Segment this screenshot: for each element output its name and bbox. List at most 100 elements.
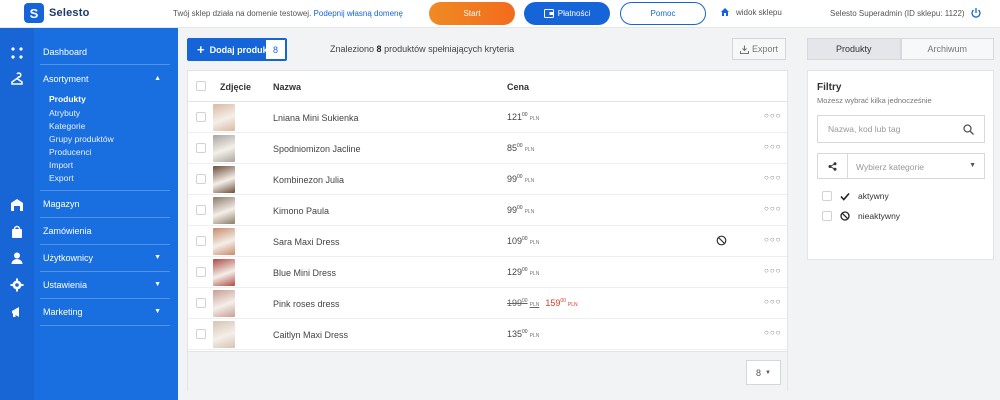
sidebar-subitem-products[interactable]: Produkty	[49, 94, 86, 104]
row-checkbox[interactable]	[196, 267, 206, 277]
product-name[interactable]: Lniana Mini Sukienka	[273, 113, 359, 123]
select-all-checkbox[interactable]	[196, 81, 206, 91]
export-button[interactable]: Export	[732, 38, 786, 60]
start-button[interactable]: Start	[429, 2, 515, 25]
add-product-button[interactable]: + Dodaj produkt 8	[187, 38, 287, 61]
price-currency: PLN	[529, 116, 540, 122]
row-checkbox[interactable]	[196, 112, 206, 122]
sidebar-item-dashboard[interactable]: Dashboard	[43, 47, 87, 57]
sidebar-subitem-import[interactable]: Import	[49, 160, 73, 170]
product-name[interactable]: Spodniomizon Jacline	[273, 144, 361, 154]
sidebar-item-marketing[interactable]: Marketing ▼	[43, 307, 169, 317]
table-row[interactable]: Blue Mini Dress 12900PLN ○○○	[188, 257, 787, 288]
results-suffix: produktów spełniających kryteria	[384, 44, 515, 54]
hanger-icon[interactable]	[10, 72, 24, 86]
product-thumbnail[interactable]	[213, 197, 235, 224]
power-icon[interactable]	[970, 7, 982, 19]
sidebar-item-warehouse[interactable]: Magazyn	[43, 199, 80, 209]
table-row[interactable]: Lniana Mini Sukienka 12100PLN ○○○	[188, 102, 787, 133]
price-dec: 00	[522, 267, 528, 273]
inactive-checkbox[interactable]	[822, 211, 832, 221]
table-header: Zdjęcie Nazwa Cena	[188, 71, 787, 102]
row-checkbox[interactable]	[196, 143, 206, 153]
product-count-badge: 8	[266, 40, 285, 59]
table-row[interactable]: Sara Maxi Dress 10900PLN ○○○	[188, 226, 787, 257]
help-button[interactable]: Pomoc	[620, 2, 706, 25]
filter-active[interactable]: aktywny	[822, 191, 889, 201]
warehouse-icon[interactable]	[10, 198, 24, 212]
megaphone-icon[interactable]	[10, 305, 24, 319]
more-options-icon[interactable]: ○○○	[764, 235, 782, 244]
product-name[interactable]: Kimono Paula	[273, 206, 329, 216]
table-row[interactable]: Caitlyn Maxi Dress 13500PLN ○○○	[188, 319, 787, 350]
row-checkbox[interactable]	[196, 205, 206, 215]
sidebar-item-label: Użytkownicy	[43, 253, 94, 263]
filter-inactive[interactable]: nieaktywny	[822, 211, 900, 221]
more-options-icon[interactable]: ○○○	[764, 297, 782, 306]
gear-icon[interactable]	[10, 278, 24, 292]
price-int: 85	[507, 143, 518, 153]
row-checkbox[interactable]	[196, 236, 206, 246]
grid-icon[interactable]	[10, 46, 24, 60]
row-checkbox[interactable]	[196, 298, 206, 308]
sidebar-divider	[40, 190, 170, 191]
sidebar-subitem-categories[interactable]: Kategorie	[49, 121, 85, 131]
row-checkbox[interactable]	[196, 329, 206, 339]
sale-currency: PLN	[567, 302, 578, 308]
per-page-select[interactable]: 8 ▼	[746, 360, 781, 385]
product-thumbnail[interactable]	[213, 259, 235, 286]
more-options-icon[interactable]: ○○○	[764, 142, 782, 151]
product-thumbnail[interactable]	[213, 166, 235, 193]
table-row[interactable]: Kombinezon Julia 9900PLN ○○○	[188, 164, 787, 195]
row-checkbox[interactable]	[196, 174, 206, 184]
product-name[interactable]: Caitlyn Maxi Dress	[273, 330, 348, 340]
shopping-bag-icon[interactable]	[10, 225, 24, 239]
sidebar-subitem-product-groups[interactable]: Grupy produktów	[49, 134, 114, 144]
more-options-icon[interactable]: ○○○	[764, 266, 782, 275]
product-name[interactable]: Pink roses dress	[273, 299, 340, 309]
product-thumbnail[interactable]	[213, 290, 235, 317]
filter-search-input[interactable]	[828, 124, 958, 134]
payments-button[interactable]: Płatności	[524, 2, 610, 25]
search-icon[interactable]	[963, 124, 974, 135]
table-row[interactable]: Spodniomizon Jacline 8500PLN ○○○	[188, 133, 787, 164]
results-count: 8	[376, 44, 382, 54]
sidebar-subitem-export[interactable]: Export	[49, 173, 74, 183]
shop-view-link[interactable]: widok sklepu	[720, 7, 782, 17]
product-name[interactable]: Kombinezon Julia	[273, 175, 344, 185]
product-thumbnail[interactable]	[213, 104, 235, 131]
more-options-icon[interactable]: ○○○	[764, 204, 782, 213]
tab-products[interactable]: Produkty	[807, 38, 901, 60]
tab-archive[interactable]: Archiwum	[900, 38, 994, 60]
sidebar-subitem-producers[interactable]: Producenci	[49, 147, 92, 157]
price-currency: PLN	[529, 240, 540, 246]
column-name[interactable]: Nazwa	[273, 82, 301, 92]
column-price[interactable]: Cena	[507, 82, 529, 92]
product-thumbnail[interactable]	[213, 135, 235, 162]
test-domain-notice: Twój sklep działa na domenie testowej. P…	[173, 9, 403, 18]
table-row[interactable]: Pink roses dress 19900PLN 15900PLN ○○○	[188, 288, 787, 319]
user-info: Selesto Superadmin (ID sklepu: 1122)	[830, 9, 965, 18]
more-options-icon[interactable]: ○○○	[764, 328, 782, 337]
product-tabs: Produkty Archiwum	[807, 38, 994, 60]
table-row[interactable]: Kimono Paula 9900PLN ○○○	[188, 195, 787, 226]
sidebar-item-users[interactable]: Użytkownicy ▼	[43, 253, 169, 263]
attach-domain-link[interactable]: Podepnij własną domenę	[314, 9, 403, 18]
product-name[interactable]: Sara Maxi Dress	[273, 237, 340, 247]
sidebar-item-settings[interactable]: Ustawienia ▼	[43, 280, 169, 290]
more-options-icon[interactable]: ○○○	[764, 111, 782, 120]
sidebar-item-orders[interactable]: Zamówienia	[43, 226, 92, 236]
user-icon[interactable]	[10, 251, 24, 265]
sidebar-subitem-attributes[interactable]: Atrybuty	[49, 108, 80, 118]
price-currency: PLN	[524, 209, 535, 215]
more-options-icon[interactable]: ○○○	[764, 173, 782, 182]
product-price: 19900PLN 15900PLN	[507, 298, 578, 308]
category-select[interactable]: Wybierz kategorie ▼	[817, 153, 985, 179]
column-photo[interactable]: Zdjęcie	[220, 82, 251, 92]
product-thumbnail[interactable]	[213, 228, 235, 255]
active-checkbox[interactable]	[822, 191, 832, 201]
app-logo[interactable]: S Selesto	[24, 2, 90, 24]
sidebar-item-assortment[interactable]: Asortyment ▲	[43, 74, 169, 84]
product-thumbnail[interactable]	[213, 321, 235, 348]
product-name[interactable]: Blue Mini Dress	[273, 268, 336, 278]
